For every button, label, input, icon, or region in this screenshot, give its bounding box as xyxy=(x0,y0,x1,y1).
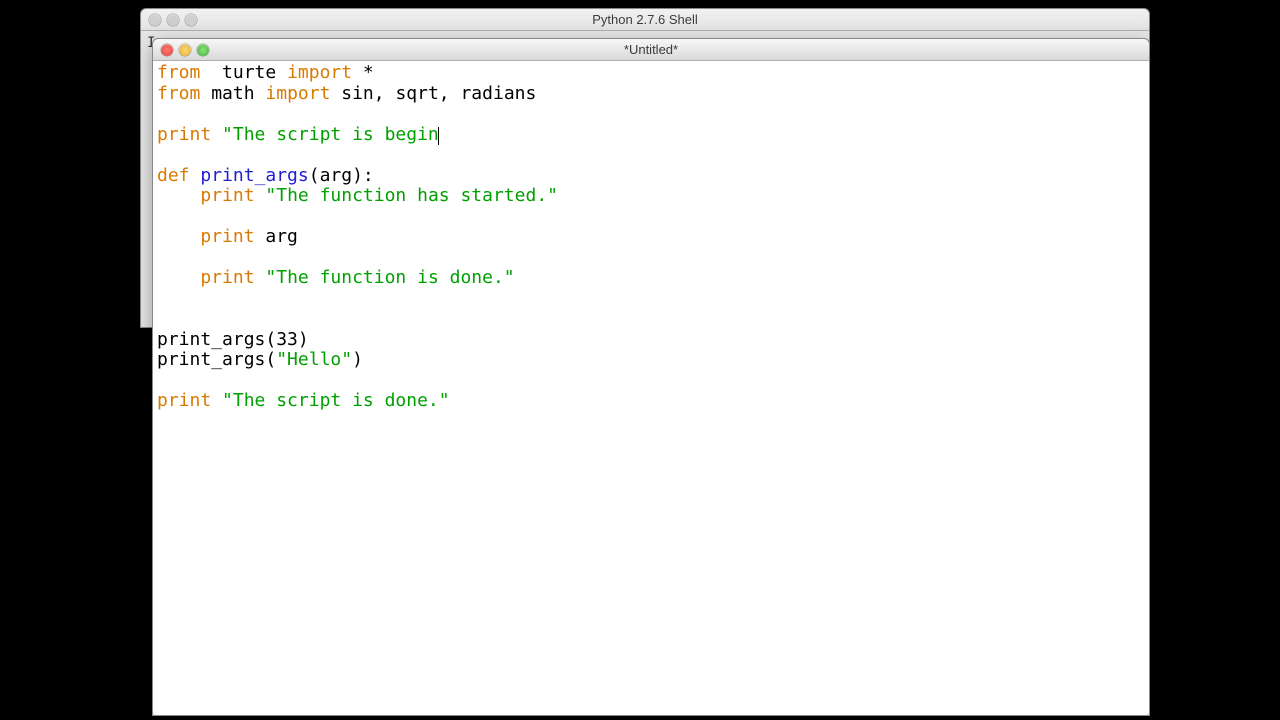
token-kw: def xyxy=(157,165,190,186)
minimize-icon[interactable] xyxy=(179,44,191,56)
editor-window: *Untitled* from turte import * from math… xyxy=(152,38,1150,716)
editor-window-title: *Untitled* xyxy=(153,42,1149,57)
token-kw: print xyxy=(157,124,211,145)
token-kw: print xyxy=(200,185,254,206)
code-content[interactable]: from turte import * from math import sin… xyxy=(153,61,1149,414)
token-kw: print xyxy=(200,226,254,247)
token-str: "The script is done." xyxy=(222,390,450,411)
zoom-icon[interactable] xyxy=(185,14,197,26)
close-icon[interactable] xyxy=(161,44,173,56)
token-kw: import xyxy=(287,62,352,83)
text-cursor xyxy=(438,127,439,145)
token-kw: print xyxy=(157,390,211,411)
close-icon[interactable] xyxy=(149,14,161,26)
shell-titlebar[interactable]: Python 2.7.6 Shell xyxy=(141,9,1149,31)
editor-titlebar[interactable]: *Untitled* xyxy=(153,39,1149,61)
zoom-icon[interactable] xyxy=(197,44,209,56)
token-kw: from xyxy=(157,83,200,104)
shell-window-title: Python 2.7.6 Shell xyxy=(141,12,1149,27)
token-str: "The function is done." xyxy=(265,267,514,288)
token-kw: print xyxy=(200,267,254,288)
token-str: "The script is begin xyxy=(222,124,439,145)
code-editor[interactable]: from turte import * from math import sin… xyxy=(153,61,1149,715)
minimize-icon[interactable] xyxy=(167,14,179,26)
token-kw: from xyxy=(157,62,200,83)
token-kw: import xyxy=(265,83,330,104)
token-fun: print_args xyxy=(200,165,308,186)
token-str: "The function has started." xyxy=(265,185,558,206)
token-str: "Hello" xyxy=(276,349,352,370)
